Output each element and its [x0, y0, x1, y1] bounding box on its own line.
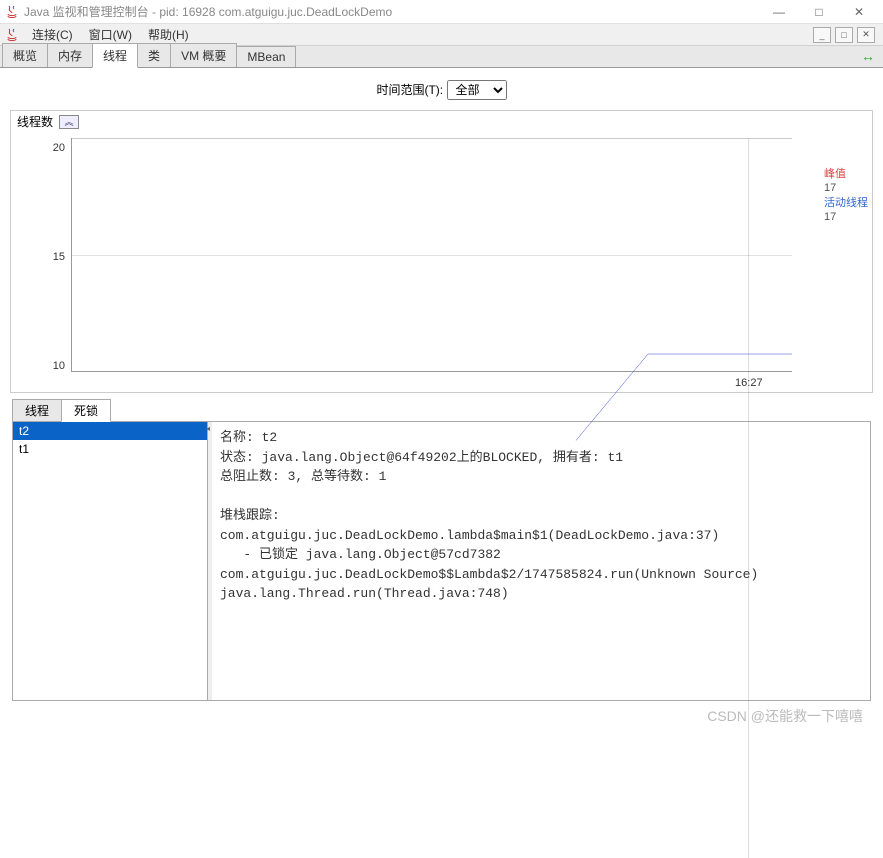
chart-title: 线程数	[17, 113, 53, 130]
close-button[interactable]: ✕	[839, 0, 879, 24]
lower-tab-threads[interactable]: 线程	[12, 399, 62, 422]
y-tick: 10	[53, 360, 65, 372]
time-range-label: 时间范围(T):	[376, 83, 443, 97]
inner-close-button[interactable]: ✕	[857, 27, 875, 43]
refresh-icon[interactable]: ↔	[861, 48, 875, 64]
tab-mbean[interactable]: MBean	[236, 46, 296, 67]
legend-peak-value: 17	[824, 181, 868, 195]
window-controls: — □ ✕	[759, 0, 879, 24]
chart-header: 线程数 ︽	[11, 111, 872, 132]
menu-help[interactable]: 帮助(H)	[140, 24, 197, 45]
chart-collapse-button[interactable]: ︽	[59, 115, 79, 129]
legend-live-label: 活动线程	[824, 196, 868, 210]
chart-legend: 峰值 17 活动线程 17	[824, 167, 868, 224]
inner-maximize-button[interactable]: □	[835, 27, 853, 43]
java-icon	[4, 4, 20, 20]
splitter[interactable]	[208, 422, 212, 700]
minimize-button[interactable]: —	[759, 0, 799, 24]
legend-live-value: 17	[824, 210, 868, 224]
maximize-button[interactable]: □	[799, 0, 839, 24]
y-tick: 20	[53, 142, 65, 154]
y-axis: 20 15 10	[11, 138, 71, 392]
chart-body: 20 15 10 16:27 峰值 17 活动线程 17	[11, 132, 872, 392]
main-tabs: 概览 内存 线程 类 VM 概要 MBean ↔	[0, 46, 883, 68]
tab-overview[interactable]: 概览	[2, 43, 48, 67]
time-range-select[interactable]: 全部	[447, 80, 507, 100]
lower-tab-deadlock[interactable]: 死锁	[61, 399, 111, 422]
titlebar: Java 监视和管理控制台 - pid: 16928 com.atguigu.j…	[0, 0, 883, 24]
java-icon	[4, 27, 20, 43]
chart-line	[72, 138, 792, 858]
menu-connect[interactable]: 连接(C)	[24, 24, 81, 45]
menu-window[interactable]: 窗口(W)	[81, 24, 140, 45]
tab-classes[interactable]: 类	[137, 43, 171, 67]
inner-minimize-button[interactable]: _	[813, 27, 831, 43]
threads-panel: 时间范围(T): 全部 线程数 ︽ 20 15 10 16:27	[0, 68, 883, 711]
tab-vm-summary[interactable]: VM 概要	[170, 43, 237, 67]
chart-section: 线程数 ︽ 20 15 10 16:27 峰值 17 活动线程 17	[10, 110, 873, 393]
time-range-row: 时间范围(T): 全部	[8, 74, 875, 110]
window-title: Java 监视和管理控制台 - pid: 16928 com.atguigu.j…	[24, 3, 759, 20]
tab-memory[interactable]: 内存	[47, 43, 93, 67]
inner-window-controls: _ □ ✕	[813, 27, 879, 43]
y-tick: 15	[53, 251, 65, 263]
legend-peak-label: 峰值	[824, 167, 868, 181]
tab-threads[interactable]: 线程	[92, 43, 138, 68]
plot-area[interactable]: 16:27	[71, 138, 792, 372]
x-tick: 16:27	[735, 377, 763, 389]
